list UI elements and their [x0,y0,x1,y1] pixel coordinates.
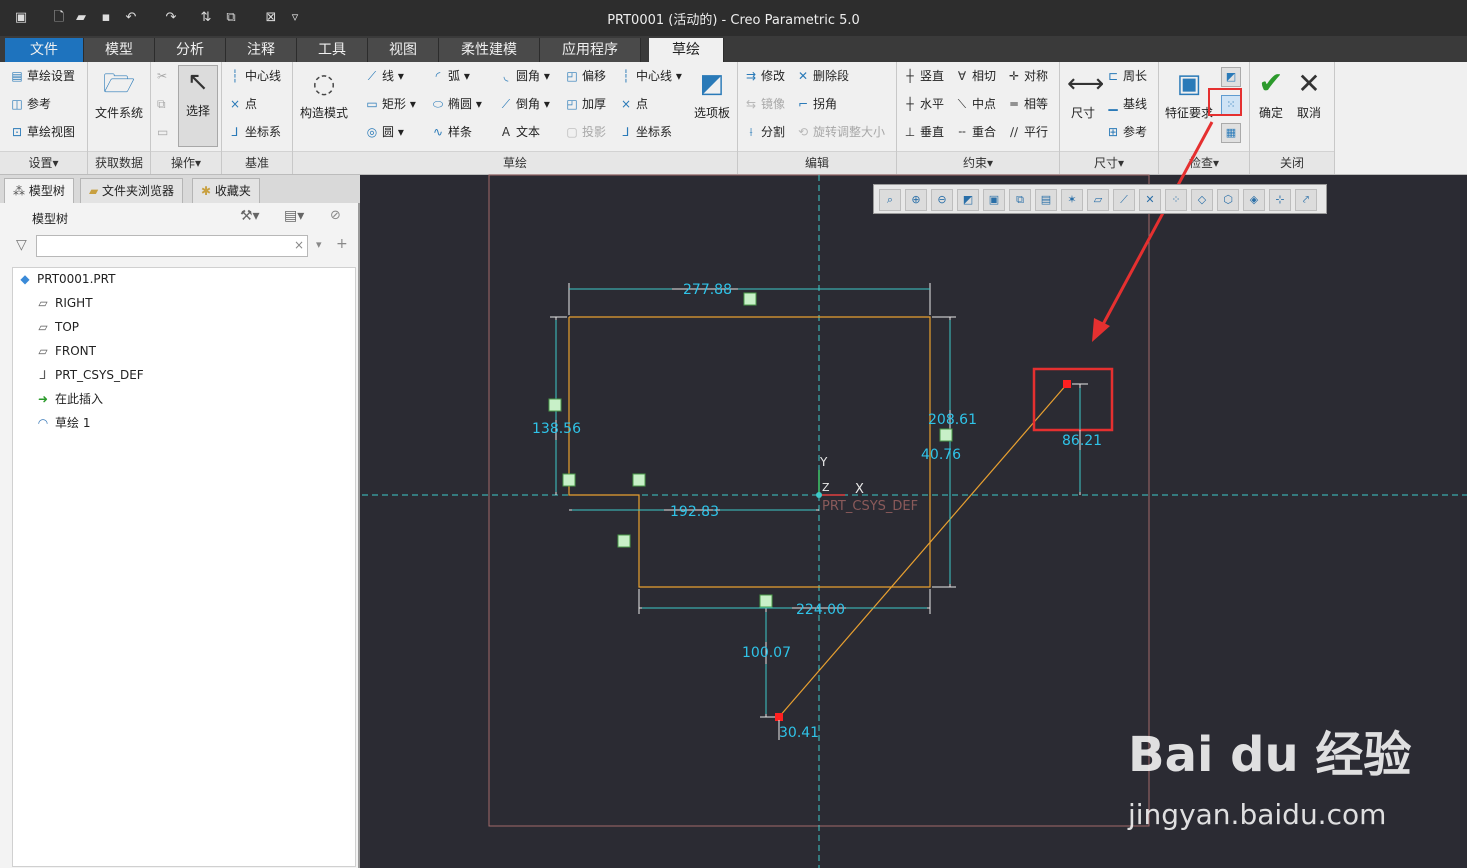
dim-left-height[interactable]: 138.56 [532,421,581,437]
highlight-open-end-box [1032,367,1114,432]
cube-icon[interactable]: ⬡ [1217,189,1239,211]
grid-display-icon[interactable]: ⁘ [1165,189,1187,211]
dim-right-height[interactable]: 208.61 [928,412,977,428]
refit-icon[interactable]: ⌕ [879,189,901,211]
spin-center-icon[interactable]: ⊹ [1269,189,1291,211]
watermark-url: jingyan.baidu.com [1128,798,1387,831]
sketch-view-toggle-icon[interactable]: ▱ [1087,189,1109,211]
axis-y-label: Y [819,455,828,469]
annotation-arrow-line [1098,121,1214,331]
shaded-icon[interactable]: ◈ [1243,189,1265,211]
zoom-in-icon[interactable]: ⊕ [905,189,927,211]
axis-z-label: Z [822,481,830,494]
datum-display-icon[interactable]: ✶ [1061,189,1083,211]
open-end-marker-top [1063,380,1071,388]
csys-label: PRT_CSYS_DEF [822,499,918,514]
sketch-diagonal-line[interactable] [778,383,1068,718]
open-end-marker-bottom [775,713,783,721]
saved-orientations-icon[interactable]: ⧉ [1009,189,1031,211]
axis-x-label: X [855,482,864,497]
dim-vertical-offset[interactable]: 100.07 [742,645,791,661]
annotation-arrow-head [1092,318,1110,342]
watermark-brand: Bai du 经验 [1128,727,1412,783]
vertex-display-icon[interactable]: ◇ [1191,189,1213,211]
dim-top-width[interactable]: 277.88 [683,282,732,298]
dim-endpoint-offset[interactable]: 30.41 [779,725,819,741]
constraint-display-icon[interactable]: ✕ [1139,189,1161,211]
repaint-icon[interactable]: ◩ [957,189,979,211]
zoom-out-icon[interactable]: ⊖ [931,189,953,211]
constraint-markers [548,292,953,608]
annotation-display-icon[interactable]: ⤤ [1295,189,1317,211]
dim-display-icon[interactable]: ⟋ [1113,189,1135,211]
view-manager-icon[interactable]: ▤ [1035,189,1057,211]
dim-bottom-left-width[interactable]: 192.83 [670,504,719,520]
display-style-icon[interactable]: ▣ [983,189,1005,211]
dim-bottom-width[interactable]: 224.00 [796,602,845,618]
dim-endpoint-height[interactable]: 86.21 [1062,433,1102,449]
dim-angle[interactable]: 40.76 [921,447,961,463]
view-toolbar: ⌕ ⊕ ⊖ ◩ ▣ ⧉ ▤ ✶ ▱ ⟋ ✕ ⁘ ◇ ⬡ ◈ ⊹ ⤤ [873,184,1327,214]
